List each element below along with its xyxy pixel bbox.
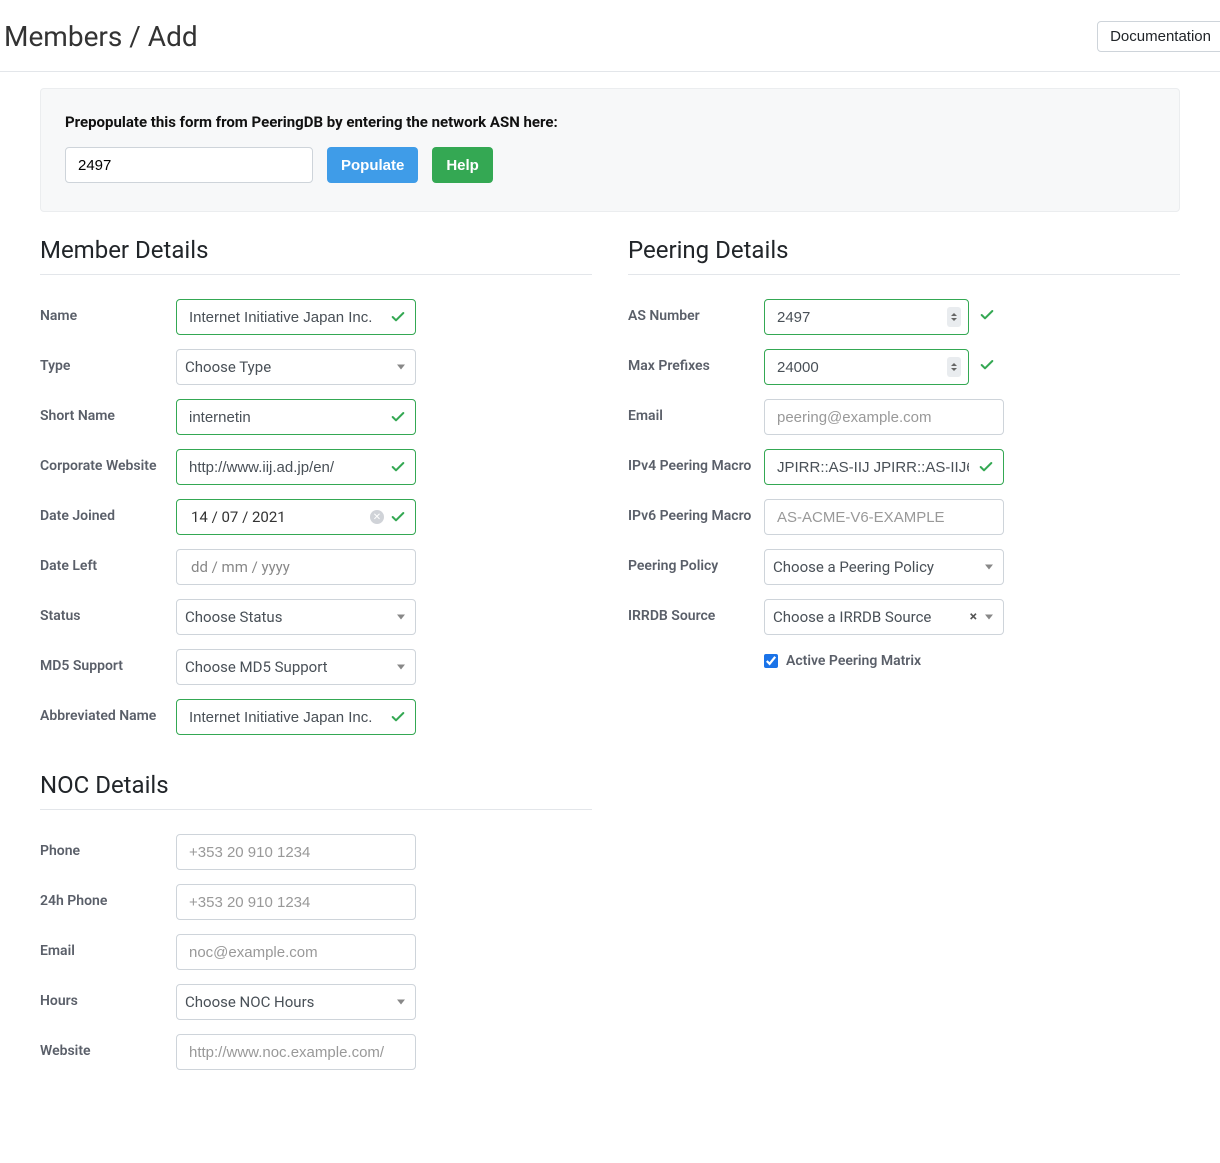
check-icon	[979, 357, 995, 377]
status-select[interactable]: Choose Status	[176, 599, 416, 635]
member-details-heading: Member Details	[40, 236, 592, 275]
active-peering-matrix-label: Active Peering Matrix	[786, 653, 921, 669]
noc-phone-label: Phone	[40, 834, 176, 861]
ipv6-macro-input[interactable]	[764, 499, 1004, 535]
abbreviated-name-label: Abbreviated Name	[40, 699, 176, 726]
documentation-button[interactable]: Documentation	[1097, 21, 1220, 52]
noc-hours-label: Hours	[40, 984, 176, 1011]
peering-policy-label: Peering Policy	[628, 549, 764, 576]
peering-email-label: Email	[628, 399, 764, 426]
noc-24h-phone-input[interactable]	[176, 884, 416, 920]
page-title: Members / Add	[4, 20, 198, 53]
asn-prepopulate-input[interactable]	[65, 147, 313, 183]
noc-website-input[interactable]	[176, 1034, 416, 1070]
noc-phone-input[interactable]	[176, 834, 416, 870]
md5-support-select[interactable]: Choose MD5 Support	[176, 649, 416, 685]
max-prefixes-input[interactable]	[764, 349, 969, 385]
help-button[interactable]: Help	[432, 147, 493, 183]
name-label: Name	[40, 299, 176, 326]
prepopulate-label: Prepopulate this form from PeeringDB by …	[65, 113, 1155, 131]
ipv4-macro-input[interactable]	[764, 449, 1004, 485]
shortname-input[interactable]	[176, 399, 416, 435]
type-select[interactable]: Choose Type	[176, 349, 416, 385]
md5-support-label: MD5 Support	[40, 649, 176, 676]
prepopulate-panel: Prepopulate this form from PeeringDB by …	[40, 88, 1180, 212]
peering-email-input[interactable]	[764, 399, 1004, 435]
check-icon	[979, 307, 995, 327]
clear-selection-icon[interactable]: ×	[970, 609, 977, 625]
noc-details-heading: NOC Details	[40, 771, 592, 810]
shortname-label: Short Name	[40, 399, 176, 426]
date-joined-label: Date Joined	[40, 499, 176, 526]
date-left-input[interactable]: dd / mm / yyyy	[176, 549, 416, 585]
peering-policy-select[interactable]: Choose a Peering Policy	[764, 549, 1004, 585]
noc-hours-select[interactable]: Choose NOC Hours	[176, 984, 416, 1020]
noc-email-label: Email	[40, 934, 176, 961]
ipv6-macro-label: IPv6 Peering Macro	[628, 499, 764, 526]
noc-24h-phone-label: 24h Phone	[40, 884, 176, 911]
name-input[interactable]	[176, 299, 416, 335]
date-left-label: Date Left	[40, 549, 176, 576]
clear-date-icon[interactable]: ✕	[370, 510, 384, 524]
as-number-input[interactable]	[764, 299, 969, 335]
ipv4-macro-label: IPv4 Peering Macro	[628, 449, 764, 476]
status-label: Status	[40, 599, 176, 626]
number-spinner-icon[interactable]	[947, 307, 961, 327]
corporate-website-input[interactable]	[176, 449, 416, 485]
abbreviated-name-input[interactable]	[176, 699, 416, 735]
irrdb-source-select[interactable]: Choose a IRRDB Source ×	[764, 599, 1004, 635]
type-label: Type	[40, 349, 176, 376]
noc-website-label: Website	[40, 1034, 176, 1061]
corporate-website-label: Corporate Website	[40, 449, 176, 476]
number-spinner-icon[interactable]	[947, 357, 961, 377]
active-peering-matrix-checkbox[interactable]	[764, 654, 778, 668]
peering-details-heading: Peering Details	[628, 236, 1180, 275]
populate-button[interactable]: Populate	[327, 147, 418, 183]
noc-email-input[interactable]	[176, 934, 416, 970]
as-number-label: AS Number	[628, 299, 764, 326]
irrdb-source-label: IRRDB Source	[628, 599, 764, 626]
max-prefixes-label: Max Prefixes	[628, 349, 764, 376]
